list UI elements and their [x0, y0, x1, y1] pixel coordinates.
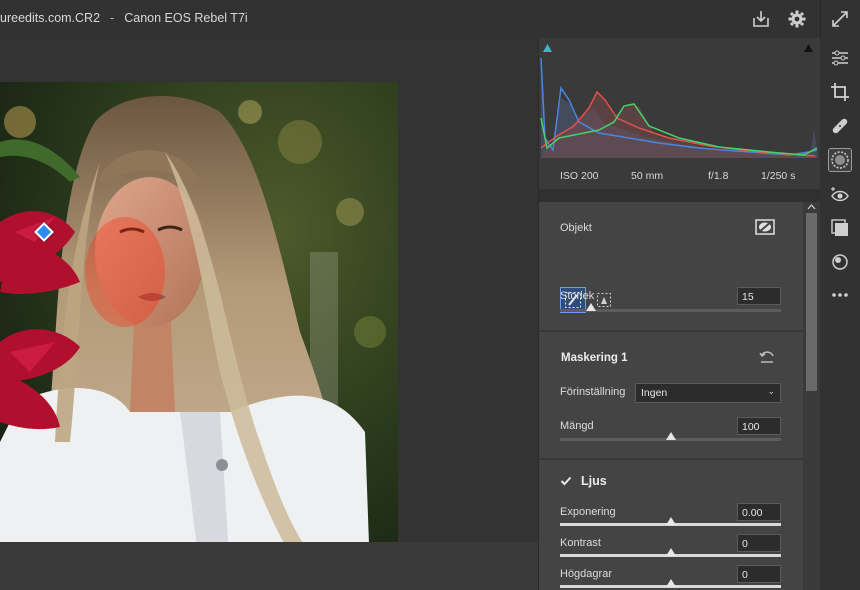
title-divider: [820, 0, 821, 38]
highlight-clipping-icon[interactable]: [803, 42, 814, 53]
contrast-slider-thumb[interactable]: [665, 548, 676, 556]
preset-label: Förinställning: [560, 386, 626, 398]
exposure-label: Exponering: [560, 506, 616, 518]
highlights-label: Högdagrar: [560, 568, 612, 580]
preset-select[interactable]: Ingen ⌄: [635, 383, 781, 403]
gear-icon[interactable]: [786, 8, 808, 30]
heal-icon[interactable]: [828, 114, 852, 138]
scroll-up-icon[interactable]: [803, 202, 820, 212]
preset-value: Ingen: [641, 387, 668, 399]
show-overlay-icon[interactable]: [755, 219, 775, 235]
exif-focal-length: 50 mm: [631, 170, 664, 182]
more-icon[interactable]: [828, 283, 852, 307]
amount-label: Mängd: [560, 420, 594, 432]
title-separator: -: [110, 11, 115, 25]
highlights-slider[interactable]: [560, 579, 781, 588]
size-slider-thumb[interactable]: [585, 303, 596, 311]
photo-preview[interactable]: [0, 82, 398, 572]
panel-gap: [539, 189, 820, 202]
light-title: Ljus: [581, 474, 607, 488]
title-bar: ureedits.com.CR2- Canon EOS Rebel T7i: [0, 0, 860, 38]
amount-slider[interactable]: [560, 432, 781, 441]
tool-strip: [820, 38, 860, 590]
object-rect-button[interactable]: [595, 291, 613, 309]
size-label: Storlek: [560, 290, 595, 302]
exposure-slider-thumb[interactable]: [665, 517, 676, 525]
highlights-input[interactable]: 0: [737, 565, 781, 583]
size-slider[interactable]: [560, 303, 781, 312]
panel-scrollbar[interactable]: [803, 202, 820, 590]
exif-aperture: f/1.8: [708, 170, 729, 182]
red-eye-icon[interactable]: [828, 183, 852, 207]
snapshot-icon[interactable]: [828, 250, 852, 274]
highlights-slider-thumb[interactable]: [665, 579, 676, 587]
mask-section: Maskering 1 Förinställning Ingen ⌄ Mängd…: [539, 332, 803, 458]
image-canvas[interactable]: [0, 38, 538, 590]
exposure-input[interactable]: 0.00: [737, 503, 781, 521]
window-title: ureedits.com.CR2- Canon EOS Rebel T7i: [0, 11, 248, 25]
contrast-input[interactable]: 0: [737, 534, 781, 552]
exposure-slider[interactable]: [560, 517, 781, 526]
mask-icon[interactable]: [828, 148, 852, 172]
checkmark-icon[interactable]: [560, 475, 572, 487]
amount-input[interactable]: 100: [737, 417, 781, 435]
reset-icon[interactable]: [759, 350, 775, 364]
crop-icon[interactable]: [828, 80, 852, 104]
exif-shutter: 1/250 s: [761, 170, 796, 182]
export-icon[interactable]: [750, 8, 772, 30]
chevron-down-icon: ⌄: [767, 386, 775, 396]
object-title: Objekt: [560, 222, 592, 234]
exif-info-bar: ISO 200 50 mm f/1.8 1/250 s: [539, 164, 820, 189]
expand-icon[interactable]: [829, 8, 851, 30]
camera-model: Canon EOS Rebel T7i: [124, 11, 248, 25]
contrast-slider[interactable]: [560, 548, 781, 557]
scrollbar-thumb[interactable]: [806, 213, 817, 391]
contrast-label: Kontrast: [560, 537, 601, 549]
exif-iso: ISO 200: [560, 170, 599, 182]
mask-title: Maskering 1: [561, 352, 628, 364]
shadow-clipping-icon[interactable]: [542, 42, 553, 53]
canvas-bottom-area: [0, 542, 538, 590]
size-input[interactable]: 15: [737, 287, 781, 305]
amount-slider-thumb[interactable]: [665, 432, 676, 440]
histogram: [539, 38, 820, 164]
filename: ureedits.com.CR2: [0, 11, 101, 25]
edit-sliders-icon[interactable]: [828, 46, 852, 70]
light-section: Ljus Exponering 0.00 Kontrast 0 Högdagra…: [539, 460, 803, 590]
presets-icon[interactable]: [828, 216, 852, 240]
adjustment-panel: ISO 200 50 mm f/1.8 1/250 s Objekt Storl…: [539, 38, 820, 590]
rect-select-icon: [597, 293, 611, 307]
